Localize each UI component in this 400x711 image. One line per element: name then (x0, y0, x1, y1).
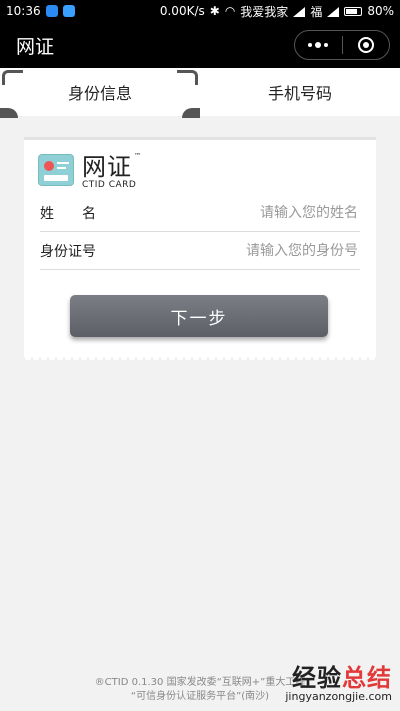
signal-icon (293, 6, 306, 17)
id-number-row: 身份证号 (40, 233, 360, 270)
more-dots-icon (308, 42, 329, 48)
name-label: 姓 名 (40, 206, 96, 222)
ctid-logo: 网证 ™ CTID CARD (38, 152, 141, 190)
name-input[interactable] (156, 204, 360, 222)
battery-icon (344, 6, 363, 16)
tab-label: 身份信息 (67, 84, 132, 103)
tab-bar: 身份信息 手机号码 (0, 68, 400, 118)
network-speed: 0.00K/s (159, 4, 205, 18)
miniprogram-capsule (294, 30, 390, 60)
watermark: 经验总结 jingyanzongjie.com (285, 658, 392, 703)
status-bar: 10:36 0.00K/s ✱ ◠ 我爱我家 福 80% (0, 0, 400, 22)
id-card-icon (38, 154, 74, 186)
mail-notification-icon (62, 5, 75, 17)
name-row: 姓 名 (40, 195, 360, 232)
next-step-button[interactable]: 下一步 (70, 295, 328, 337)
page-title: 网证 (16, 36, 55, 58)
tab-phone-number[interactable]: 手机号码 (200, 68, 400, 116)
tab-corner-decor (177, 70, 198, 85)
close-miniprogram-button[interactable] (343, 31, 390, 59)
watermark-text: 经验 (292, 664, 342, 692)
carrier-1: 我爱我家 (240, 4, 289, 19)
battery-level: 80% (367, 4, 394, 18)
more-button[interactable] (295, 31, 342, 59)
brand-name: 网证 (82, 153, 132, 181)
brand-subtitle: CTID CARD (82, 180, 137, 190)
trademark: ™ (134, 152, 141, 160)
watermark-url: jingyanzongjie.com (285, 690, 392, 703)
tab-identity-info[interactable]: 身份信息 (0, 68, 200, 118)
tab-corner-decor (182, 108, 200, 118)
signal-icon-2 (327, 6, 340, 17)
bluetooth-icon: ✱ (209, 4, 220, 18)
tab-corner-decor (0, 108, 18, 118)
app-notification-icon (45, 5, 58, 17)
id-number-input[interactable] (156, 242, 360, 260)
id-number-label: 身份证号 (40, 244, 96, 260)
tab-label: 手机号码 (267, 84, 332, 103)
identity-form-card: 网证 ™ CTID CARD 姓 名 身份证号 下一步 (24, 137, 376, 361)
close-target-icon (357, 37, 374, 53)
status-time: 10:36 (6, 4, 41, 18)
title-bar: 网证 (0, 22, 400, 68)
wifi-icon: ◠ (224, 4, 236, 18)
tab-corner-decor (2, 70, 23, 85)
watermark-text-red: 总结 (342, 664, 392, 692)
carrier-2: 福 (310, 4, 323, 19)
